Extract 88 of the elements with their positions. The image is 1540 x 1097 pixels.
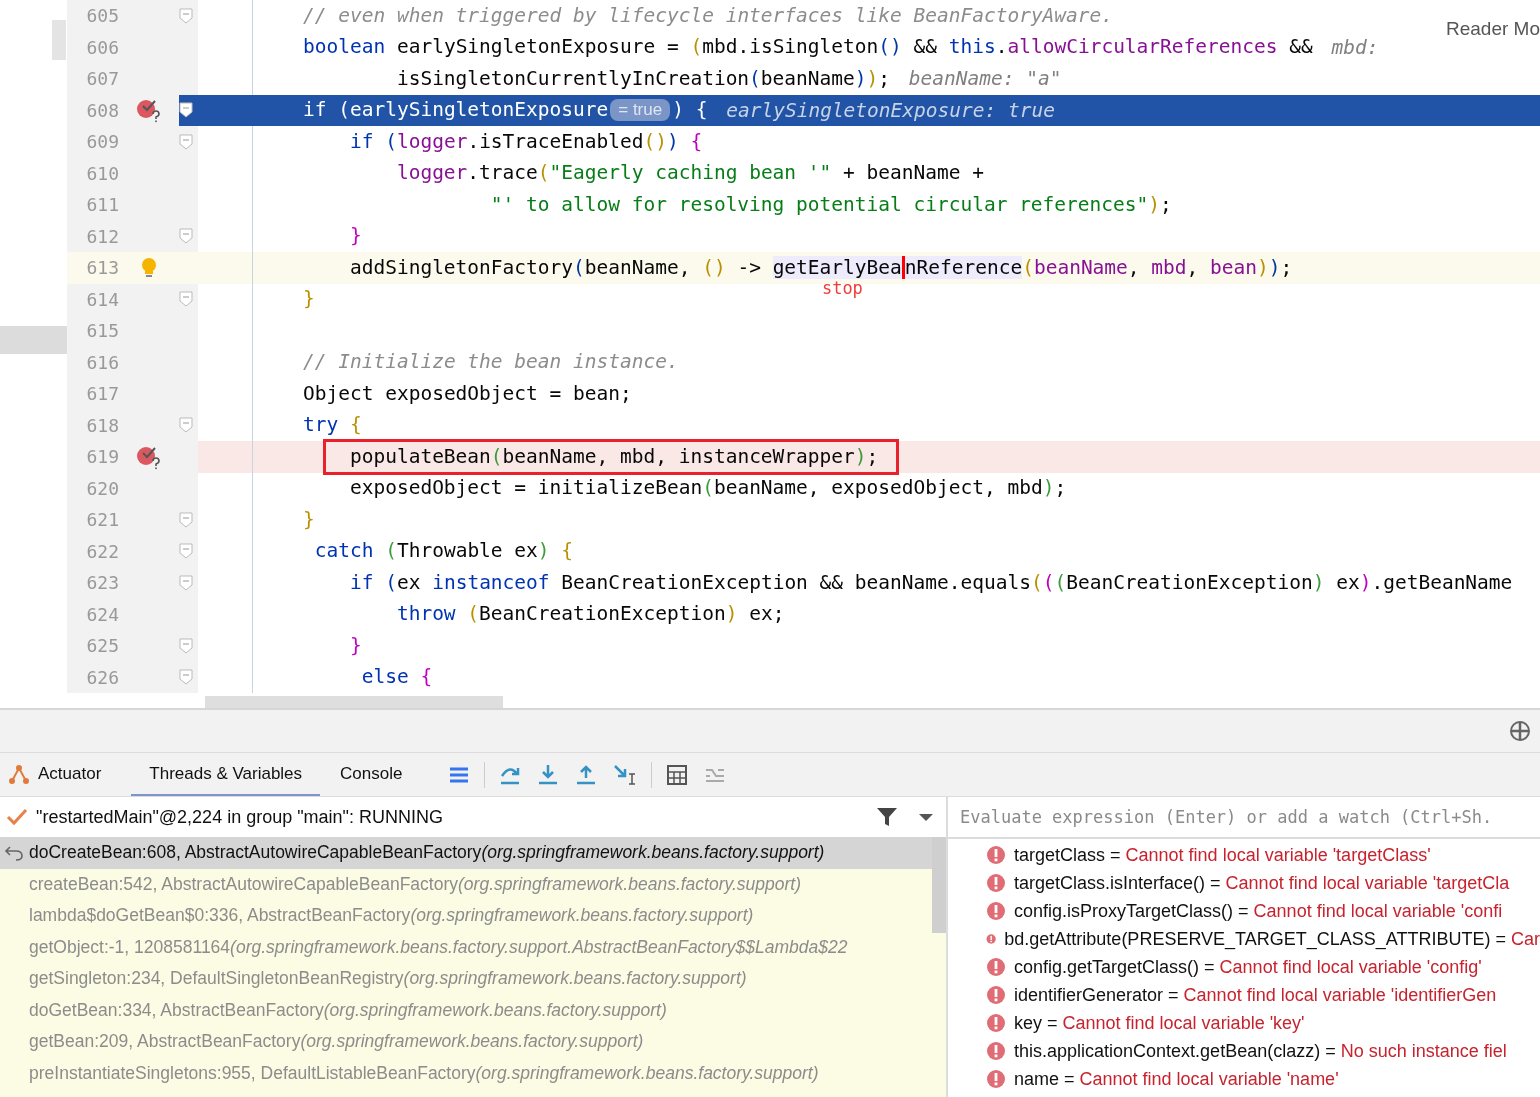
thread-selector[interactable]: "restartedMain"@2,224 in group "main": RUNNING (36, 806, 868, 828)
code-line: isSingletonCurrentlyInCreation(beanName)); (396, 65, 891, 92)
line-number: 608 (85, 99, 119, 121)
watch-entry[interactable]: identifierGenerator = Cannot find local variable 'identifierGen (1014, 984, 1497, 1006)
run-to-cursor-icon[interactable] (613, 763, 638, 786)
code-line: else { (361, 664, 433, 691)
error-icon (986, 1069, 1006, 1089)
line-number: 610 (85, 162, 119, 184)
code-line: } (303, 286, 315, 313)
code-line: addSingletonFactory(beanName, () -> getEarlyBea nReference(beanName, mbd, bean)); (349, 254, 1293, 281)
code-line: } (303, 506, 315, 533)
code-line: exposedObject = initializeBean(beanName, exposedObject, mbd); (349, 475, 1067, 502)
code-line: boolean earlySingletonExposure = (mbd.isSingleton() && this.allowCircularReferences && (303, 34, 1313, 61)
watch-entry[interactable]: key = Cannot find local variable 'key' (1014, 1012, 1305, 1034)
return-icon (4, 845, 24, 861)
line-number: 611 (85, 194, 119, 216)
line-number: 615 (85, 320, 119, 342)
watch-entry[interactable]: config.getTargetClass() = Cannot find local variable 'config' (1014, 956, 1482, 978)
check-icon (6, 807, 28, 827)
error-icon (986, 985, 1006, 1005)
caret-icon[interactable] (918, 812, 934, 822)
watch-entry[interactable]: config.isProxyTargetClass() = Cannot find local variable 'confi (1014, 900, 1503, 922)
code-line: } (349, 632, 362, 659)
actuator-icon (8, 762, 30, 785)
code-line: // Initialize the bean instance. (303, 349, 679, 376)
error-icon (986, 1013, 1006, 1033)
calculator-icon[interactable] (666, 763, 689, 786)
error-icon (986, 873, 1006, 893)
line-number: 621 (85, 509, 119, 531)
code-line: populateBean(beanName, mbd, instanceWrapper); (325, 441, 897, 472)
watch-entry[interactable]: this.applicationContext.getBean(clazz) = No such instance fiel (1014, 1040, 1507, 1062)
line-number: 626 (85, 666, 119, 688)
line-number: 609 (85, 131, 119, 153)
step-into-icon[interactable] (537, 763, 560, 786)
line-number: 616 (85, 351, 119, 373)
line-number: 614 (85, 288, 119, 310)
line-number: 618 (85, 414, 119, 436)
fold-icon[interactable] (179, 102, 193, 119)
tab[interactable]: Console (340, 753, 421, 796)
line-number: 612 (85, 225, 119, 247)
line-number: 625 (85, 635, 119, 657)
code-line: if (logger.isTraceEnabled()) { (349, 128, 703, 155)
code-line: // even when triggered by lifecycle interfaces like BeanFactoryAware. (303, 2, 1114, 29)
error-icon (986, 957, 1006, 977)
line-number: 613 (85, 257, 119, 279)
line-number: 617 (85, 383, 119, 405)
code-line: if (earlySingletonExposure (303, 97, 609, 124)
error-icon (986, 845, 1006, 865)
inline-hint: earlySingletonExposure: true (726, 98, 1055, 122)
tab[interactable]: Actuator (8, 753, 120, 796)
line-number: 605 (85, 5, 119, 27)
code-line: throw (BeanCreationException) ex; (396, 601, 785, 628)
stack-frame[interactable]: doCreateBean:608, AbstractAutowireCapableBeanFactory(org.springframework.beans.factory.support) (0, 837, 932, 869)
horizontal-scrollbar[interactable] (205, 696, 503, 708)
watch-entry[interactable]: name = Cannot find local variable 'name' (1014, 1068, 1339, 1090)
line-number: 623 (85, 572, 119, 594)
filter-icon[interactable] (876, 807, 898, 827)
inline-hint: mbd: (1331, 35, 1379, 59)
vertical-scrollbar[interactable] (932, 837, 946, 933)
code-line: catch (Throwable ex) { (314, 538, 574, 565)
cursor-label: stop (821, 278, 863, 298)
step-out-icon[interactable] (575, 763, 598, 786)
line-number: 624 (85, 603, 119, 625)
line-number: 620 (85, 477, 119, 499)
value-badge: = true (610, 99, 671, 122)
code-line: ) { (672, 97, 708, 124)
tab[interactable]: Threads & Variables (131, 753, 321, 796)
code-line: } (349, 223, 362, 250)
crosshair-icon[interactable] (1509, 720, 1531, 742)
watch-entry[interactable]: targetClass.isInterface() = Cannot find local variable 'targetCla (1014, 872, 1510, 894)
error-icon (986, 901, 1006, 921)
line-number: 622 (85, 540, 119, 562)
bulb-icon[interactable] (140, 255, 158, 280)
code-line: if (ex instanceof BeanCreationException && beanName.equals(((BeanCreationException) ex).getBeanName (349, 569, 1513, 596)
code-line: "' to allow for resolving potential circular references"); (490, 191, 1172, 218)
breakpoint-icon[interactable] (135, 97, 163, 124)
line-number: 607 (85, 68, 119, 90)
line-number: 606 (85, 36, 119, 58)
watch-entry[interactable]: targetClass = Cannot find local variable 'targetClass' (1014, 844, 1431, 866)
inline-hint: beanName: "a" (908, 67, 1062, 91)
code-line: try { (303, 412, 362, 439)
line-number: 619 (85, 446, 119, 468)
code-line: Object exposedObject = bean; (303, 380, 632, 407)
scroll-thumb[interactable] (52, 20, 66, 60)
error-icon (986, 1041, 1006, 1061)
watch-entry[interactable]: bd.getAttribute(PRESERVE_TARGET_CLASS_ATTRIBUTE) = Car (1004, 928, 1540, 950)
panel-edge (0, 326, 67, 354)
code-line: logger.trace("Eagerly caching bean '" + beanName + (396, 160, 984, 187)
